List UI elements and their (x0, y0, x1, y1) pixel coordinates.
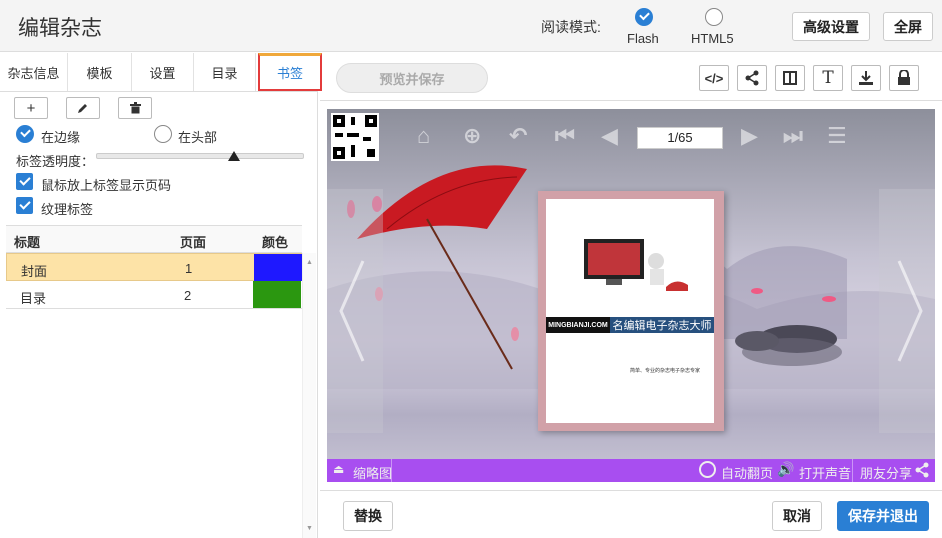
row-title: 目录 (20, 291, 47, 306)
cover-page: MINGBIANJI.COM 名编辑电子杂志大师 简单、专业的杂志电子杂志专家 (546, 199, 714, 423)
on-top-label: 在头部 (178, 130, 218, 145)
tab-bookmark[interactable]: 书签 (258, 53, 322, 91)
html5-radio[interactable] (705, 8, 723, 26)
html5-label: HTML5 (691, 31, 734, 46)
table-header: 标题 页面 颜色 (6, 225, 302, 253)
book-title: 名编辑电子杂志大师 (610, 317, 714, 333)
read-mode-label: 阅读模式: (541, 19, 601, 35)
tab-settings[interactable]: 设置 (132, 53, 194, 91)
zoom-in-icon[interactable]: ⊕ (463, 123, 481, 149)
scroll-up-icon[interactable]: ▲ (306, 259, 313, 266)
edit-button[interactable] (66, 97, 100, 119)
previous-page-icon[interactable]: ◀ (601, 123, 618, 149)
download-icon (859, 71, 873, 85)
pencil-icon (78, 104, 87, 113)
tab-contents[interactable]: 目录 (194, 53, 256, 91)
on-edge-label: 在边缘 (41, 130, 81, 145)
qr-code (331, 113, 379, 161)
embed-code-button[interactable]: </> (699, 65, 729, 91)
timer-icon[interactable] (699, 461, 716, 478)
row-color-swatch[interactable] (253, 281, 301, 308)
row-page: 1 (185, 261, 193, 276)
speaker-icon[interactable]: 🔊 (777, 461, 794, 478)
flash-label: Flash (627, 31, 659, 46)
cover-banner: MINGBIANJI.COM 名编辑电子杂志大师 (546, 317, 714, 333)
download-button[interactable] (851, 65, 881, 91)
advanced-settings-button[interactable]: 高级设置 (792, 12, 870, 41)
page-title: 编辑杂志 (18, 17, 102, 40)
trash-icon (129, 102, 141, 114)
first-page-icon[interactable]: ⏮ (555, 123, 575, 149)
home-icon[interactable]: ⌂ (417, 123, 430, 149)
text-icon: T (822, 68, 834, 88)
cover-illustration (584, 239, 688, 291)
row-title: 封面 (21, 264, 48, 279)
brand-text: MINGBIANJI.COM (548, 321, 608, 329)
share-friends-button[interactable]: 朋友分享 (860, 463, 912, 482)
next-page-icon[interactable]: ▶ (741, 123, 758, 149)
show-page-checkbox[interactable] (16, 173, 33, 190)
tab-template[interactable]: 模板 (68, 53, 132, 91)
viewer-bottom-bar: ⏏ 缩略图 自动翻页 🔊 打开声音 朋友分享 (327, 459, 935, 482)
top-bar: 编辑杂志 阅读模式: Flash HTML5 高级设置 全屏 (0, 0, 942, 52)
columns-icon (783, 71, 797, 85)
book-subtitle: 简单、专业的杂志电子杂志专家 (630, 368, 701, 374)
save-exit-button[interactable]: 保存并退出 (837, 501, 929, 531)
cancel-button[interactable]: 取消 (772, 501, 822, 531)
opacity-label: 标签透明度： (16, 154, 95, 169)
autoflip-button[interactable]: 自动翻页 (721, 463, 773, 482)
plus-icon: + (26, 99, 36, 117)
columns-button[interactable] (775, 65, 805, 91)
column-page: 页面 (180, 235, 207, 250)
sound-button[interactable]: 打开声音 (799, 463, 851, 482)
menu-icon[interactable]: ☰ (827, 123, 847, 149)
prev-page-arrow[interactable] (327, 189, 383, 433)
qr-code-icon (333, 115, 377, 159)
lock-button[interactable] (889, 65, 919, 91)
column-color: 颜色 (262, 235, 289, 250)
delete-button[interactable] (118, 97, 152, 119)
table-row[interactable]: 封面 1 (6, 253, 302, 281)
fullscreen-button[interactable]: 全屏 (883, 12, 933, 41)
chevron-left-icon (339, 260, 365, 362)
undo-icon[interactable]: ↶ (509, 123, 527, 149)
row-page: 2 (184, 288, 192, 303)
share-icon[interactable] (914, 462, 930, 478)
magazine-preview: ⌂ ⊕ ↶ ⏮ ◀ 1/65 ▶ ⏭ ☰ MINGBIANJI.COM 名编辑电… (327, 109, 935, 482)
show-page-label: 鼠标放上标签显示页码 (41, 178, 172, 193)
column-title: 标题 (14, 235, 41, 250)
add-button[interactable]: + (14, 97, 48, 119)
code-icon: </> (704, 70, 724, 86)
table-row[interactable]: 目录 2 (6, 281, 302, 309)
text-button[interactable]: T (813, 65, 843, 91)
texture-checkbox[interactable] (16, 197, 33, 214)
left-panel: 杂志信息 模板 设置 目录 书签 + 在边缘 在头部 标签透明度： 鼠标放上标签… (0, 53, 322, 538)
opacity-slider-handle[interactable] (228, 151, 241, 161)
last-page-icon[interactable]: ⏭ (783, 123, 803, 149)
next-page-arrow[interactable] (879, 189, 935, 433)
eject-icon[interactable]: ⏏ (333, 462, 344, 476)
tab-magazine-info[interactable]: 杂志信息 (0, 53, 68, 91)
preview-save-button[interactable]: 预览并保存 (336, 63, 488, 93)
flash-radio[interactable] (635, 8, 653, 26)
magazine-book[interactable]: MINGBIANJI.COM 名编辑电子杂志大师 简单、专业的杂志电子杂志专家 (538, 191, 724, 431)
scroll-down-icon[interactable]: ▼ (306, 525, 313, 532)
replace-button[interactable]: 替换 (343, 501, 393, 531)
row-color-swatch[interactable] (254, 254, 302, 281)
share-button[interactable] (737, 65, 767, 91)
thumbnails-button[interactable]: 缩略图 (353, 463, 392, 482)
on-edge-radio[interactable] (16, 125, 34, 143)
share-icon (745, 70, 759, 86)
table-scrollbar[interactable]: ▲ ▼ (302, 253, 316, 538)
on-top-radio[interactable] (154, 125, 172, 143)
chevron-right-icon (897, 260, 923, 362)
page-indicator[interactable]: 1/65 (637, 127, 723, 149)
lock-icon (898, 70, 910, 85)
opacity-slider[interactable] (96, 151, 304, 161)
texture-label: 纹理标签 (41, 202, 94, 217)
